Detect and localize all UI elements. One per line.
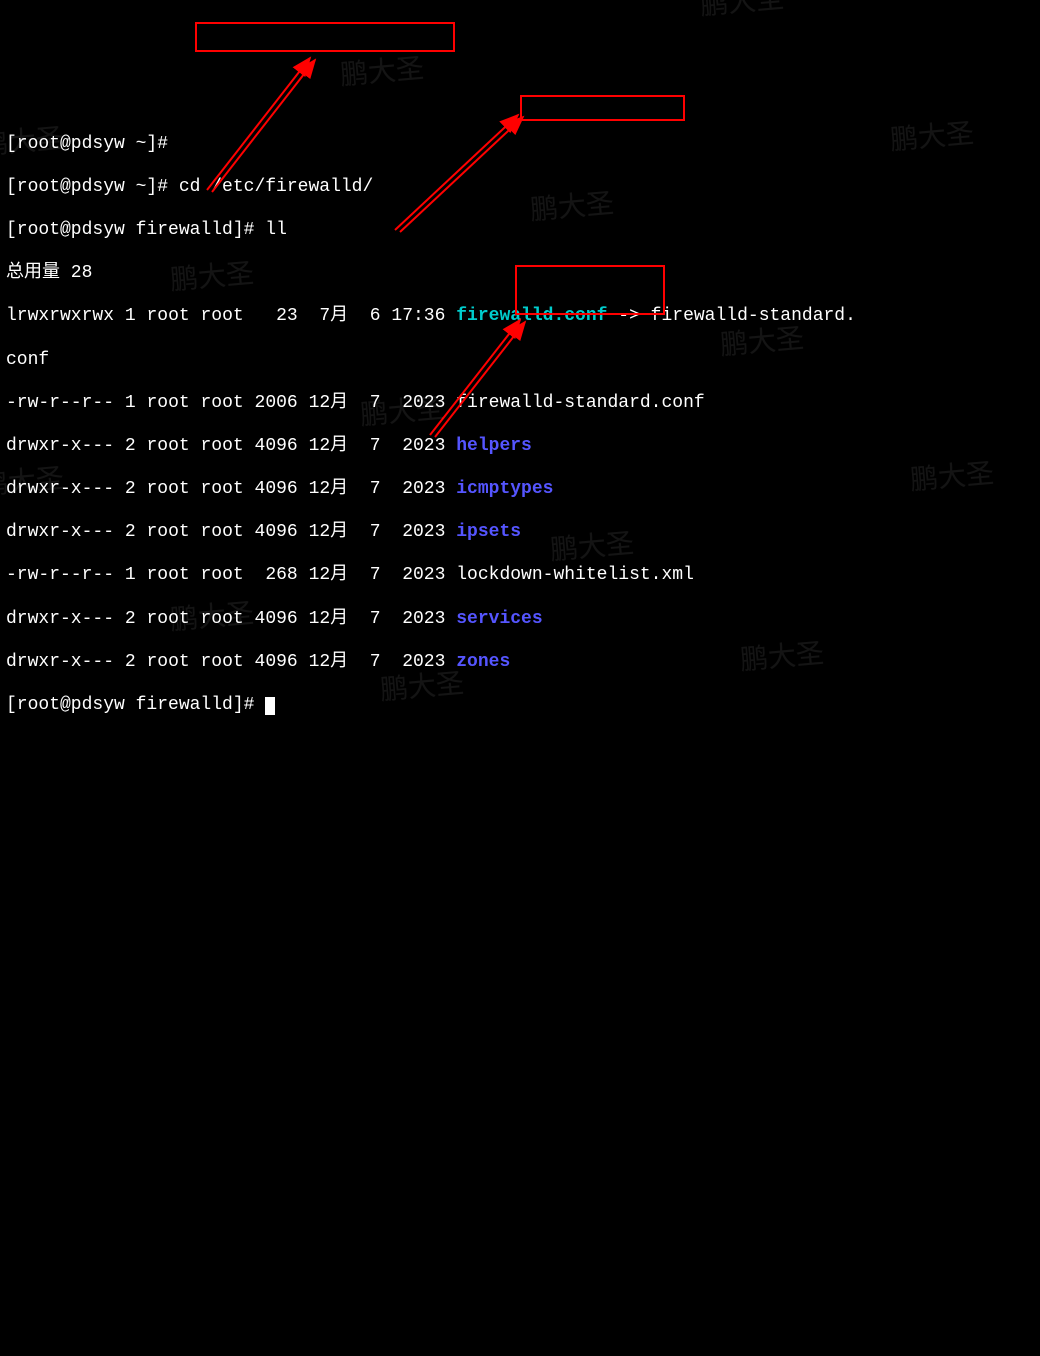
prompt-line: [root@pdsyw ~]# cd /etc/firewalld/ bbox=[6, 177, 1034, 199]
watermark-text: 鹏大圣 bbox=[699, 0, 786, 22]
prompt-line: [root@pdsyw firewalld]# ll bbox=[6, 220, 1034, 242]
prompt: [root@pdsyw ~]# bbox=[6, 134, 168, 154]
file-entry: drwxr-x--- 2 root root 4096 12月 7 2023 i… bbox=[6, 479, 1034, 501]
dir-name: zones bbox=[456, 652, 510, 672]
file-name: lockdown-whitelist.xml bbox=[456, 565, 694, 585]
file-entry: -rw-r--r-- 1 root root 2006 12月 7 2023 f… bbox=[6, 393, 1034, 415]
prompt: [root@pdsyw ~]# bbox=[6, 177, 168, 197]
file-entry: drwxr-x--- 2 root root 4096 12月 7 2023 s… bbox=[6, 609, 1034, 631]
file-name: firewalld-standard.conf bbox=[456, 393, 704, 413]
dir-name: helpers bbox=[456, 436, 532, 456]
command-text: ll bbox=[265, 220, 287, 240]
terminal-output[interactable]: [root@pdsyw ~]# [root@pdsyw ~]# cd /etc/… bbox=[6, 112, 1034, 738]
total-line: 总用量 28 bbox=[6, 263, 1034, 285]
prompt: [root@pdsyw firewalld]# bbox=[6, 695, 254, 715]
file-entry: drwxr-x--- 2 root root 4096 12月 7 2023 z… bbox=[6, 652, 1034, 674]
file-entry-cont: conf bbox=[6, 350, 1034, 372]
file-entry: drwxr-x--- 2 root root 4096 12月 7 2023 i… bbox=[6, 522, 1034, 544]
file-entry: drwxr-x--- 2 root root 4096 12月 7 2023 h… bbox=[6, 436, 1034, 458]
dir-name: icmptypes bbox=[456, 479, 553, 499]
dir-name: services bbox=[456, 609, 542, 629]
command-text: cd /etc/firewalld/ bbox=[179, 177, 373, 197]
prompt-line: [root@pdsyw ~]# bbox=[6, 134, 1034, 156]
file-entry: -rw-r--r-- 1 root root 268 12月 7 2023 lo… bbox=[6, 565, 1034, 587]
symlink-name: firewalld.conf bbox=[456, 306, 607, 326]
prompt-line: [root@pdsyw firewalld]# bbox=[6, 695, 1034, 717]
cursor-icon bbox=[265, 697, 275, 715]
dir-name: ipsets bbox=[456, 522, 521, 542]
watermark-text: 鹏大圣 bbox=[339, 51, 426, 92]
file-entry: lrwxrwxrwx 1 root root 23 7月 6 17:36 fir… bbox=[6, 306, 1034, 328]
prompt: [root@pdsyw firewalld]# bbox=[6, 220, 254, 240]
annotation-box-cd-command bbox=[195, 22, 455, 52]
